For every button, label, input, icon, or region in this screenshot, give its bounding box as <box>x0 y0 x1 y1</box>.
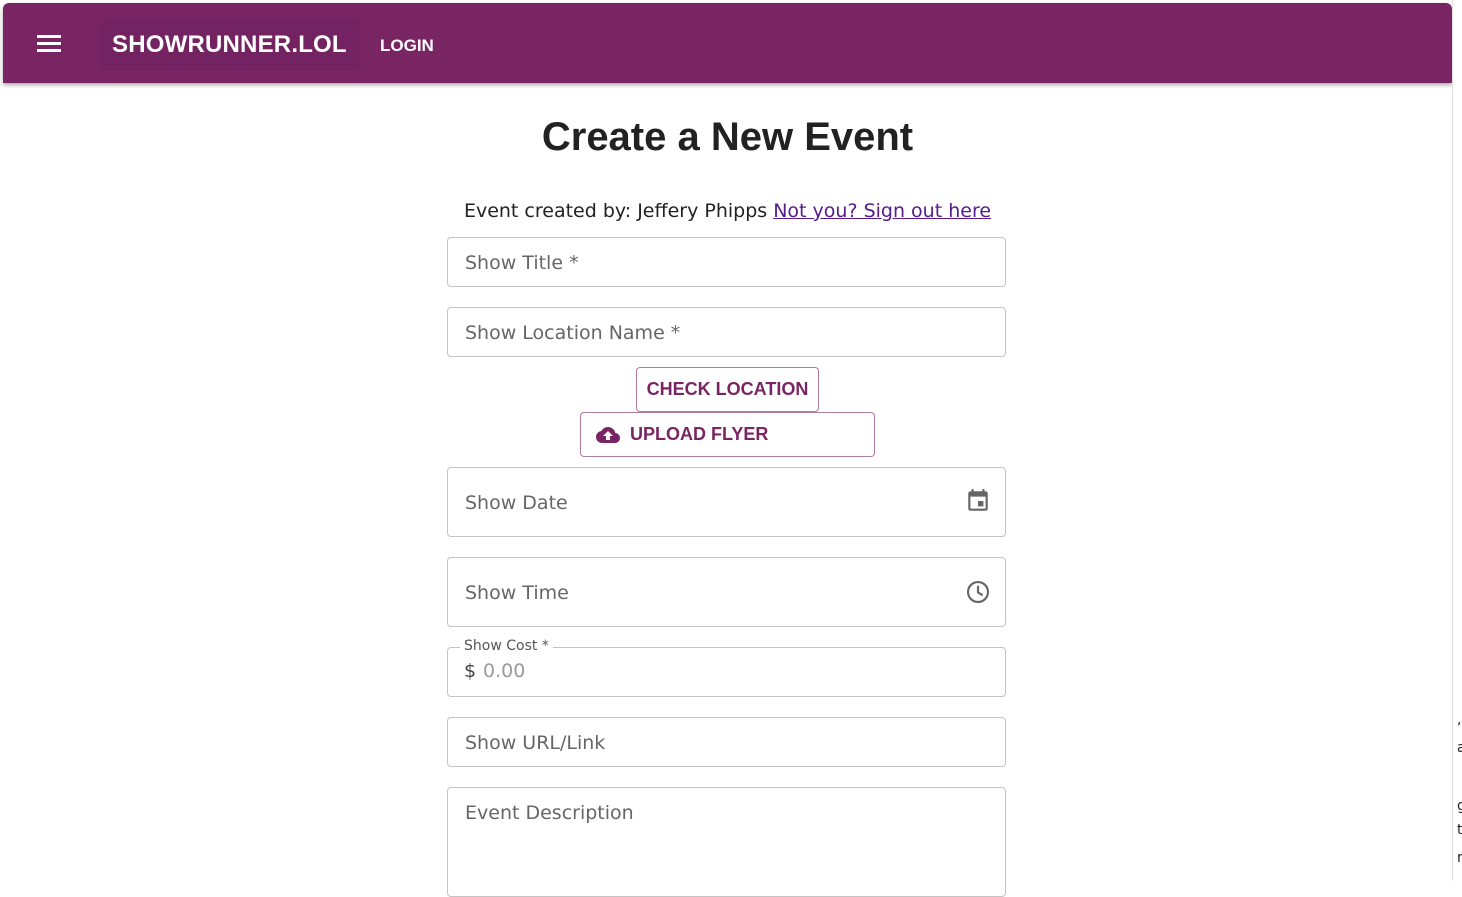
show-title-label: Show Title * <box>465 252 579 274</box>
edge-fragment: , <box>1457 712 1462 728</box>
event-description-label: Event Description <box>465 802 634 824</box>
show-time-label: Show Time <box>465 582 569 604</box>
clock-icon[interactable] <box>965 579 991 605</box>
adjacent-window-edge: , a g t r <box>1452 0 1462 881</box>
sign-out-link[interactable]: Not you? Sign out here <box>773 200 991 222</box>
edge-fragment: a <box>1457 740 1462 756</box>
hamburger-menu-icon[interactable] <box>31 25 67 61</box>
edge-fragment: t <box>1457 822 1462 838</box>
show-title-field[interactable]: Show Title * <box>447 237 1006 287</box>
cloud-upload-icon <box>596 427 620 443</box>
edge-fragment: r <box>1457 850 1462 866</box>
show-cost-input[interactable] <box>483 660 983 682</box>
show-cost-label: Show Cost * <box>460 638 553 654</box>
show-url-field[interactable]: Show URL/Link <box>447 717 1006 767</box>
page-title: Create a New Event <box>541 115 914 159</box>
edge-fragment: g <box>1457 798 1462 814</box>
app-bar: SHOWRUNNER.LOL LOGIN <box>3 3 1452 83</box>
currency-symbol: $ <box>464 660 477 682</box>
brand-title[interactable]: SHOWRUNNER.LOL <box>100 20 359 70</box>
calendar-icon[interactable] <box>965 488 991 514</box>
show-location-field[interactable]: Show Location Name * <box>447 307 1006 357</box>
show-location-label: Show Location Name * <box>465 322 681 344</box>
show-time-field[interactable]: Show Time <box>447 557 1006 627</box>
event-creator-line: Event created by: Jeffery Phipps Not you… <box>0 200 1455 222</box>
login-button[interactable]: LOGIN <box>372 30 442 62</box>
show-url-label: Show URL/Link <box>465 732 606 754</box>
show-date-label: Show Date <box>465 492 568 514</box>
show-date-field[interactable]: Show Date <box>447 467 1006 537</box>
creator-text: Event created by: Jeffery Phipps <box>463 200 768 222</box>
upload-flyer-button[interactable]: UPLOAD FLYER (OPTIONAL) <box>580 412 875 487</box>
check-location-button[interactable]: CHECK LOCATION <box>636 367 819 412</box>
